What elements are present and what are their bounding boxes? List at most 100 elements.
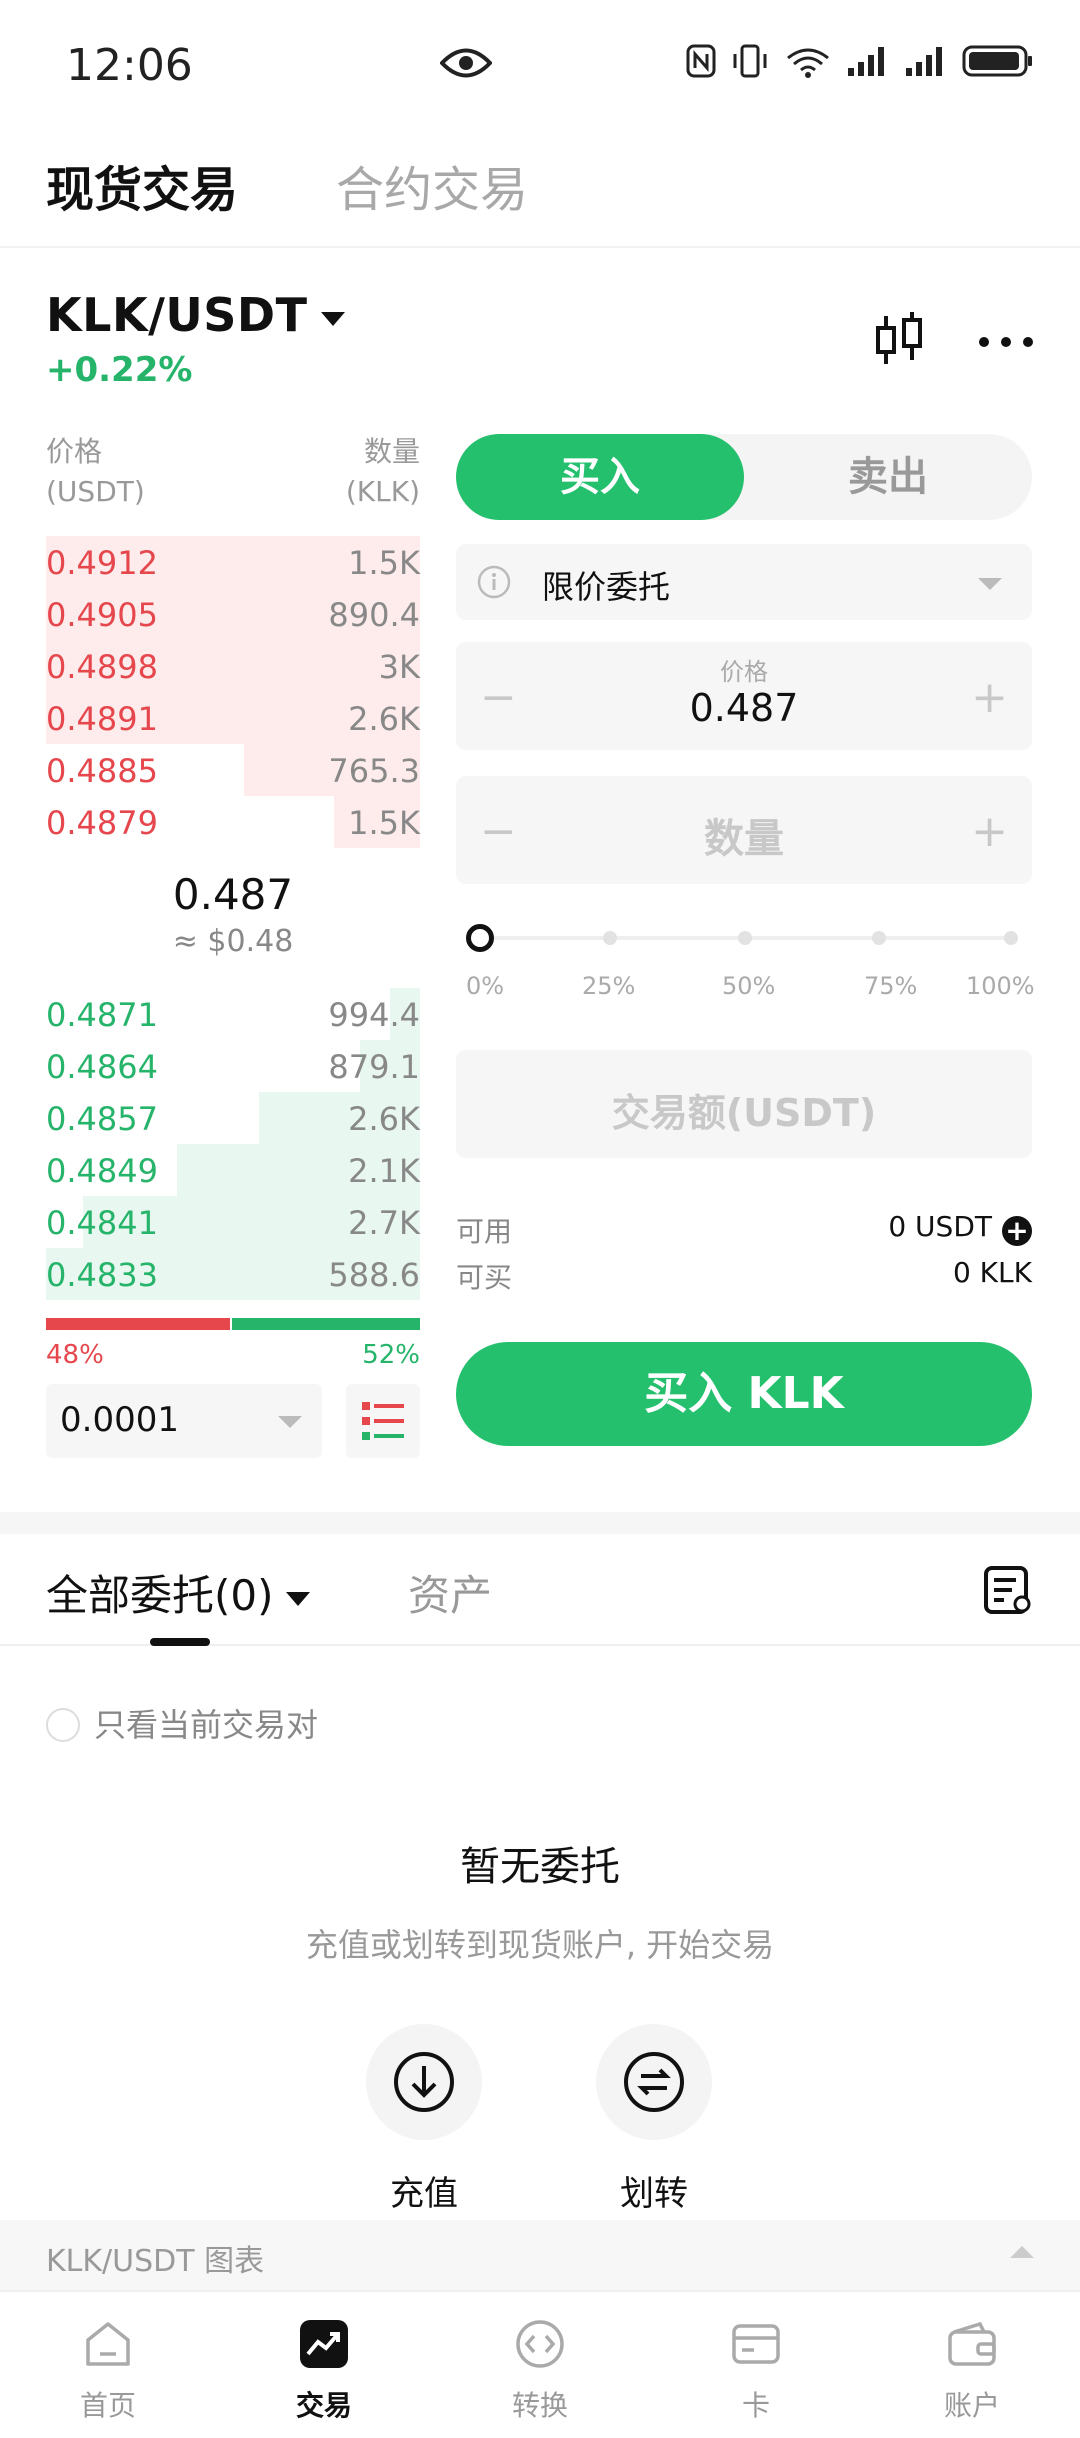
tab-assets[interactable]: 资产 <box>408 1562 492 1623</box>
vibrate-icon <box>733 44 767 78</box>
price-input-value[interactable]: 0.487 <box>456 686 1032 730</box>
nav-convert-label: 转换 <box>511 2389 568 2422</box>
buy-submit-button[interactable]: 买入 KLK <box>456 1342 1032 1446</box>
more-icon[interactable] <box>978 333 1034 352</box>
ratio-buy-segment <box>232 1318 420 1330</box>
filter-label: 只看当前交易对 <box>94 1706 319 1744</box>
bottom-nav: 首页 交易 转换 卡 账户 <box>0 2290 1080 2438</box>
bid-row[interactable]: 0.4841 2.7K <box>46 1196 420 1248</box>
buy-sell-ratio-bar <box>46 1318 420 1330</box>
convert-icon <box>516 2320 564 2368</box>
ask-qty: 1.5K <box>348 544 420 582</box>
transfer-button[interactable] <box>596 2024 712 2140</box>
tab-all-orders[interactable]: 全部委托(0) <box>46 1562 310 1623</box>
slider-tick[interactable] <box>738 931 752 945</box>
candlestick-chart-icon[interactable] <box>872 310 928 374</box>
slider-label: 75% <box>864 972 918 1000</box>
nav-home-label: 首页 <box>79 2389 136 2422</box>
depth-mode-button[interactable] <box>346 1384 420 1458</box>
add-funds-icon[interactable]: + <box>1002 1216 1032 1246</box>
bid-row[interactable]: 0.4833 588.6 <box>46 1248 420 1300</box>
deposit-button[interactable] <box>366 2024 482 2140</box>
bid-price: 0.4857 <box>46 1100 158 1138</box>
quantity-placeholder: 数量 <box>704 816 784 862</box>
trade-amount-placeholder: 交易额(USDT) <box>611 1091 877 1135</box>
bid-price: 0.4864 <box>46 1048 158 1086</box>
slider-label: 0% <box>466 972 505 1000</box>
slider-label: 100% <box>966 972 1035 1000</box>
quantity-input[interactable]: − 数量 + <box>456 776 1032 884</box>
slider-label: 50% <box>722 972 776 1000</box>
ask-qty: 3K <box>378 648 420 686</box>
percent-slider-knob[interactable] <box>466 924 494 952</box>
order-type-label: 限价委托 <box>542 568 671 606</box>
ask-qty: 1.5K <box>348 804 420 842</box>
bid-qty: 2.1K <box>348 1152 420 1190</box>
signal-icon-2 <box>906 47 942 76</box>
slider-tick[interactable] <box>603 931 617 945</box>
ask-price: 0.4905 <box>46 596 158 634</box>
bid-qty: 994.4 <box>328 996 420 1034</box>
transfer-icon <box>624 2052 684 2112</box>
bid-price: 0.4849 <box>46 1152 158 1190</box>
chart-toggle-bar[interactable]: KLK/USDT 图表 <box>0 2220 1080 2290</box>
nav-account[interactable]: 账户 <box>892 2314 1052 2424</box>
nav-home[interactable]: 首页 <box>28 2314 188 2424</box>
trade-amount-input[interactable]: 交易额(USDT) <box>456 1050 1032 1158</box>
caret-down-icon <box>278 1416 302 1428</box>
eye-icon <box>439 46 493 84</box>
ask-qty: 2.6K <box>348 700 420 738</box>
precision-select[interactable]: 0.0001 <box>46 1384 322 1458</box>
orderbook-qty-header: 数量 (KLK) <box>300 432 420 512</box>
ask-row[interactable]: 0.4898 3K <box>46 640 420 692</box>
caret-down-icon <box>285 1591 310 1606</box>
slider-tick[interactable] <box>872 931 886 945</box>
order-history-icon[interactable] <box>982 1564 1034 1620</box>
nfc-icon <box>686 44 716 78</box>
top-tabs: 现货交易 合约交易 <box>0 140 1080 248</box>
nav-convert[interactable]: 转换 <box>460 2314 620 2424</box>
qty-header-label: 数量 <box>363 435 420 468</box>
filter-radio[interactable] <box>46 1708 80 1742</box>
price-header-label: 价格 <box>46 435 103 468</box>
sell-tab[interactable]: 卖出 <box>744 434 1032 520</box>
ask-qty: 890.4 <box>328 596 420 634</box>
transfer-action[interactable]: 划转 <box>594 2024 714 2215</box>
last-price-usd: ≈ $0.48 <box>172 924 294 959</box>
price-input[interactable]: − 价格 0.487 + <box>456 642 1032 750</box>
bid-price: 0.4833 <box>46 1256 158 1294</box>
tab-spot[interactable]: 现货交易 <box>46 150 238 220</box>
available-value: 0 USDT <box>888 1210 992 1243</box>
bid-row[interactable]: 0.4857 2.6K <box>46 1092 420 1144</box>
bid-row[interactable]: 0.4871 994.4 <box>46 988 420 1040</box>
tab-futures[interactable]: 合约交易 <box>336 150 528 220</box>
price-input-label: 价格 <box>720 658 768 686</box>
ask-row[interactable]: 0.4912 1.5K <box>46 536 420 588</box>
deposit-action[interactable]: 充值 <box>364 2024 484 2215</box>
price-increase-button[interactable]: + <box>971 672 1008 723</box>
nav-card[interactable]: 卡 <box>676 2314 836 2424</box>
last-price[interactable]: 0.487 <box>46 870 420 919</box>
section-divider <box>0 1512 1080 1534</box>
ask-row[interactable]: 0.4891 2.6K <box>46 692 420 744</box>
bid-price: 0.4841 <box>46 1204 158 1242</box>
bid-qty: 588.6 <box>328 1256 420 1294</box>
order-type-select[interactable]: 限价委托 <box>456 544 1032 620</box>
bid-row[interactable]: 0.4849 2.1K <box>46 1144 420 1196</box>
slider-label: 25% <box>582 972 636 1000</box>
buyable-label: 可买 <box>456 1261 513 1294</box>
buy-tab[interactable]: 买入 <box>456 434 744 520</box>
ask-row[interactable]: 0.4905 890.4 <box>46 588 420 640</box>
ask-row[interactable]: 0.4885 765.3 <box>46 744 420 796</box>
slider-tick[interactable] <box>1004 931 1018 945</box>
ask-row[interactable]: 0.4879 1.5K <box>46 796 420 848</box>
quantity-increase-button[interactable]: + <box>971 806 1008 857</box>
nav-account-label: 账户 <box>943 2389 1000 2422</box>
info-icon[interactable] <box>476 564 512 604</box>
wifi-icon <box>787 48 829 78</box>
current-pair-filter[interactable]: 只看当前交易对 <box>46 1700 318 1746</box>
pair-symbol: KLK/USDT <box>46 288 308 342</box>
pair-selector[interactable]: KLK/USDT <box>46 288 346 342</box>
bid-row[interactable]: 0.4864 879.1 <box>46 1040 420 1092</box>
nav-trade[interactable]: 交易 <box>244 2314 404 2424</box>
